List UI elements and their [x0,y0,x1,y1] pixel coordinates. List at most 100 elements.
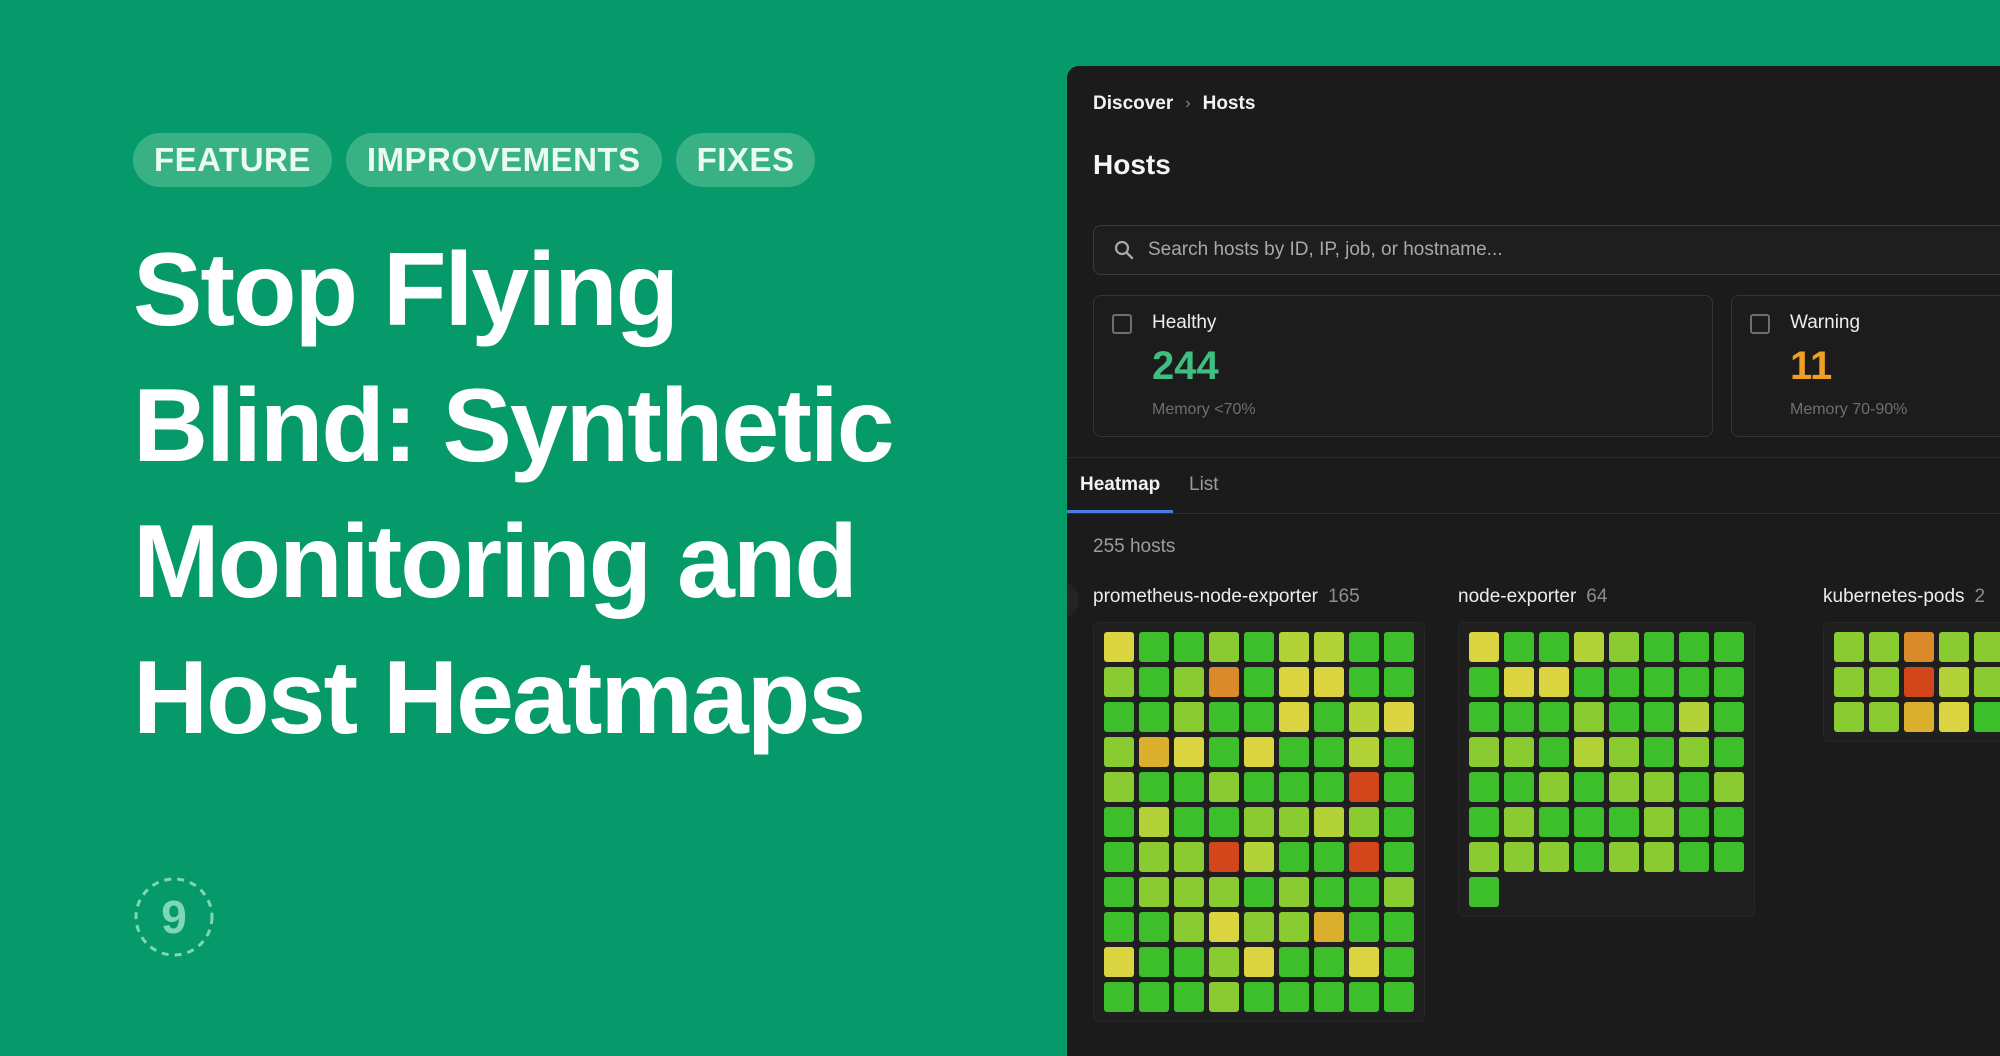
host-cell[interactable] [1104,982,1134,1012]
host-cell[interactable] [1244,632,1274,662]
host-cell[interactable] [1504,667,1534,697]
host-cell[interactable] [1679,632,1709,662]
host-cell[interactable] [1139,737,1169,767]
host-cell[interactable] [1609,737,1639,767]
host-cell[interactable] [1139,702,1169,732]
host-cell[interactable] [1609,807,1639,837]
host-cell[interactable] [1349,947,1379,977]
host-cell[interactable] [1609,772,1639,802]
host-cell[interactable] [1974,667,2000,697]
host-cell[interactable] [1539,632,1569,662]
host-cell[interactable] [1504,772,1534,802]
host-cell[interactable] [1869,667,1899,697]
host-cell[interactable] [1209,807,1239,837]
host-cell[interactable] [1939,702,1969,732]
host-cell[interactable] [1139,947,1169,977]
host-cell[interactable] [1384,632,1414,662]
host-cell[interactable] [1574,772,1604,802]
host-cell[interactable] [1714,632,1744,662]
host-cell[interactable] [1279,842,1309,872]
host-cell[interactable] [1209,982,1239,1012]
host-cell[interactable] [1314,912,1344,942]
host-cell[interactable] [1714,807,1744,837]
host-cell[interactable] [1104,772,1134,802]
host-cell[interactable] [1244,842,1274,872]
host-cell[interactable] [1104,877,1134,907]
host-cell[interactable] [1714,842,1744,872]
host-cell[interactable] [1104,947,1134,977]
host-cell[interactable] [1349,702,1379,732]
host-cell[interactable] [1174,947,1204,977]
host-cell[interactable] [1384,772,1414,802]
host-cell[interactable] [1104,912,1134,942]
host-cell[interactable] [1104,807,1134,837]
host-cell[interactable] [1174,772,1204,802]
scroll-left-handle[interactable] [1067,582,1079,618]
host-cell[interactable] [1539,667,1569,697]
host-cell[interactable] [1174,912,1204,942]
host-cell[interactable] [1834,632,1864,662]
host-cell[interactable] [1279,737,1309,767]
host-cell[interactable] [1349,807,1379,837]
host-cell[interactable] [1539,702,1569,732]
host-cell[interactable] [1644,737,1674,767]
host-cell[interactable] [1539,807,1569,837]
host-cell[interactable] [1174,877,1204,907]
host-cell[interactable] [1644,807,1674,837]
host-cell[interactable] [1314,632,1344,662]
host-cell[interactable] [1384,947,1414,977]
host-cell[interactable] [1574,737,1604,767]
host-cell[interactable] [1244,947,1274,977]
host-cell[interactable] [1469,807,1499,837]
host-cell[interactable] [1349,772,1379,802]
host-cell[interactable] [1679,772,1709,802]
host-cell[interactable] [1384,667,1414,697]
host-cell[interactable] [1209,912,1239,942]
host-cell[interactable] [1139,772,1169,802]
host-cell[interactable] [1504,632,1534,662]
host-cell[interactable] [1349,667,1379,697]
host-cell[interactable] [1714,772,1744,802]
host-cell[interactable] [1104,842,1134,872]
host-cell[interactable] [1244,667,1274,697]
host-cell[interactable] [1469,632,1499,662]
host-cell[interactable] [1974,632,2000,662]
tab-list[interactable]: List [1189,457,1219,513]
host-cell[interactable] [1609,842,1639,872]
host-cell[interactable] [1714,737,1744,767]
host-cell[interactable] [1174,702,1204,732]
host-cell[interactable] [1209,737,1239,767]
host-cell[interactable] [1174,632,1204,662]
host-cell[interactable] [1139,807,1169,837]
host-cell[interactable] [1644,632,1674,662]
host-cell[interactable] [1469,737,1499,767]
host-cell[interactable] [1384,807,1414,837]
host-cell[interactable] [1384,737,1414,767]
host-cell[interactable] [1139,842,1169,872]
host-cell[interactable] [1869,702,1899,732]
host-cell[interactable] [1244,912,1274,942]
host-cell[interactable] [1279,877,1309,907]
search-box[interactable] [1093,225,2000,275]
host-cell[interactable] [1244,702,1274,732]
host-cell[interactable] [1679,807,1709,837]
host-cell[interactable] [1314,947,1344,977]
host-cell[interactable] [1469,667,1499,697]
stat-card-warning[interactable]: Warning 11 Memory 70-90% [1731,295,2000,437]
host-cell[interactable] [1504,842,1534,872]
host-cell[interactable] [1904,667,1934,697]
host-cell[interactable] [1679,667,1709,697]
host-cell[interactable] [1209,702,1239,732]
host-cell[interactable] [1139,667,1169,697]
host-cell[interactable] [1349,912,1379,942]
host-cell[interactable] [1574,807,1604,837]
host-cell[interactable] [1244,982,1274,1012]
host-cell[interactable] [1139,912,1169,942]
host-cell[interactable] [1279,912,1309,942]
host-cell[interactable] [1314,772,1344,802]
breadcrumb-discover[interactable]: Discover [1093,93,1173,115]
host-cell[interactable] [1574,667,1604,697]
host-cell[interactable] [1209,877,1239,907]
host-cell[interactable] [1574,632,1604,662]
host-cell[interactable] [1714,702,1744,732]
